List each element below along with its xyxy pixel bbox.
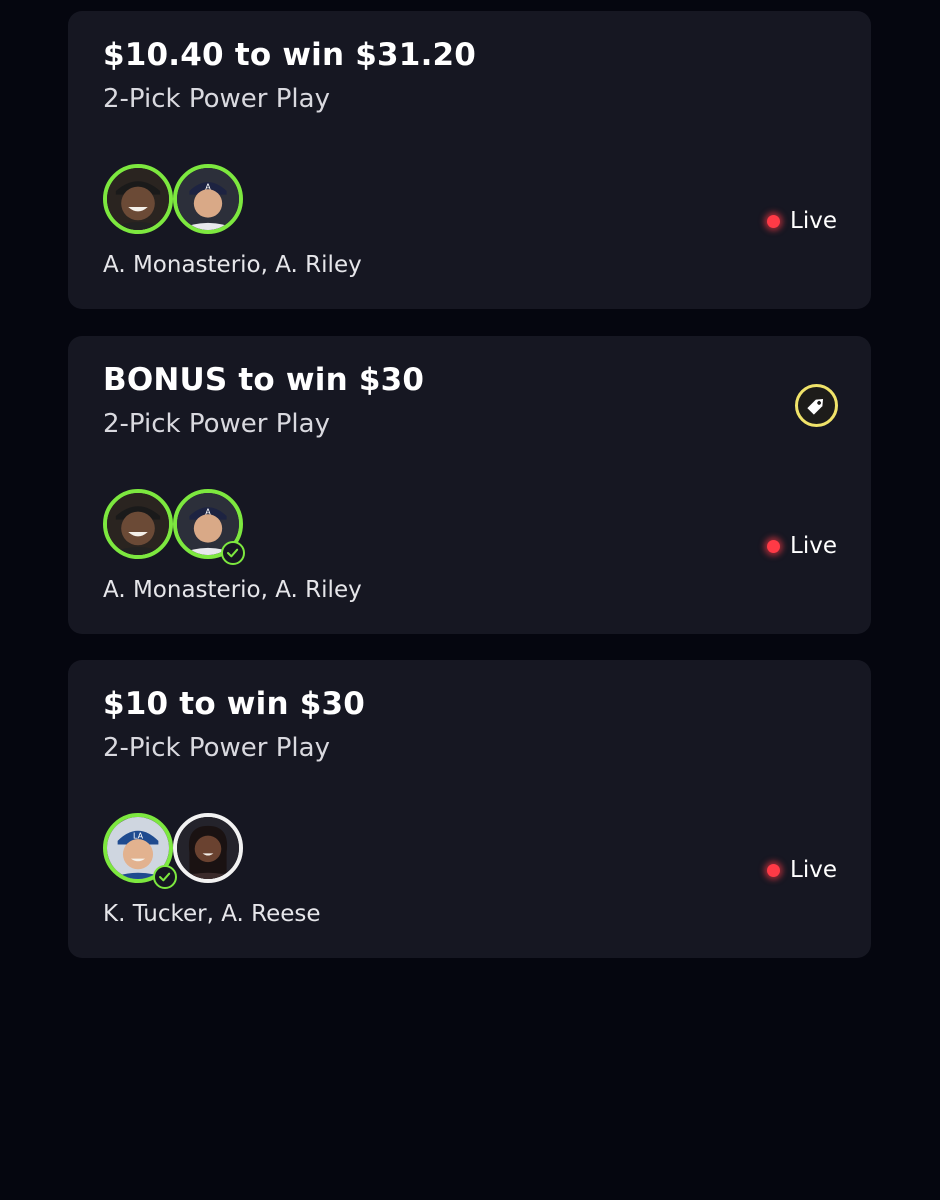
entry-title: $10 to win $30 [103, 686, 366, 722]
player-names: K. Tucker, A. Reese [103, 901, 321, 927]
player-avatar [103, 489, 173, 559]
live-dot-icon [767, 214, 781, 228]
player-names: A. Monasterio, A. Riley [103, 577, 362, 603]
lineups-page: $10.40 to win $31.20 2-Pick Power Play A [0, 0, 940, 1200]
check-icon [153, 865, 177, 889]
live-label: Live [790, 533, 837, 559]
tag-icon[interactable] [795, 384, 838, 427]
entry-type: 2-Pick Power Play [103, 733, 330, 763]
player-avatars: A [103, 164, 253, 240]
live-label: Live [790, 208, 837, 234]
entry-card[interactable]: $10 to win $30 2-Pick Power Play LA K. T… [68, 660, 871, 958]
player-avatars: LA [103, 813, 253, 889]
live-dot-icon [767, 863, 781, 877]
live-indicator: Live [767, 857, 837, 883]
player-avatar: A [173, 164, 243, 234]
live-indicator: Live [767, 208, 837, 234]
live-dot-icon [767, 539, 781, 553]
entry-title: $10.40 to win $31.20 [103, 37, 477, 73]
entry-type: 2-Pick Power Play [103, 409, 330, 439]
entry-title: BONUS to win $30 [103, 362, 425, 398]
check-icon [221, 541, 245, 565]
svg-text:LA: LA [133, 831, 144, 840]
live-indicator: Live [767, 533, 837, 559]
player-avatars: A [103, 489, 253, 565]
player-avatar [173, 813, 243, 883]
player-avatar [103, 164, 173, 234]
entry-card[interactable]: $10.40 to win $31.20 2-Pick Power Play A [68, 11, 871, 309]
live-label: Live [790, 857, 837, 883]
entry-card[interactable]: BONUS to win $30 2-Pick Power Play A A. … [68, 336, 871, 634]
entry-type: 2-Pick Power Play [103, 84, 330, 114]
player-names: A. Monasterio, A. Riley [103, 252, 362, 278]
